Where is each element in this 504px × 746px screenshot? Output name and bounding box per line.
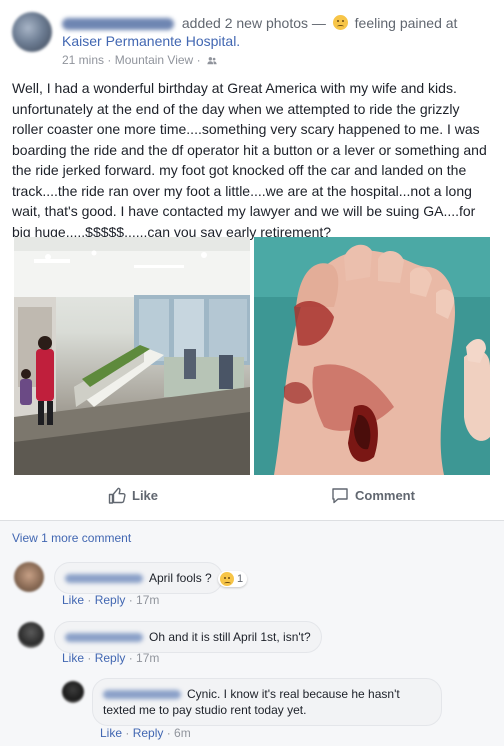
- reaction-count: 1: [237, 573, 244, 585]
- comment-bubble: April fools ?: [54, 562, 223, 594]
- comment-bubble-icon: [332, 488, 348, 504]
- commenter-avatar[interactable]: [14, 562, 44, 592]
- sad-emoji-icon: [332, 15, 348, 30]
- commenter-name[interactable]: [103, 690, 181, 700]
- commenter-avatar[interactable]: [62, 681, 84, 703]
- comment-like-link[interactable]: Like: [100, 726, 122, 740]
- feeling-text: feeling pained at: [354, 15, 458, 31]
- comment-time[interactable]: 17m: [136, 593, 159, 607]
- post-place[interactable]: Mountain View: [115, 53, 194, 67]
- comment-meta: Like · Reply · 17m: [62, 651, 160, 665]
- comment-like-link[interactable]: Like: [62, 651, 84, 665]
- hospital-lobby-photo[interactable]: [14, 237, 250, 475]
- like-thumb-icon: [108, 487, 126, 504]
- comment-reply-link[interactable]: Reply: [133, 726, 164, 740]
- comment-bubble: Cynic. I know it's real because he hasn'…: [92, 678, 442, 726]
- comment-meta: Like · Reply · 6m: [100, 726, 191, 740]
- comment-like-link[interactable]: Like: [62, 593, 84, 607]
- comment-text: April fools ?: [149, 571, 212, 585]
- post-card: added 2 new photos — feeling pained at K…: [0, 0, 504, 520]
- reaction-badge[interactable]: 1: [218, 571, 248, 587]
- friends-icon[interactable]: [207, 56, 217, 65]
- comment-button[interactable]: Comment: [331, 487, 415, 504]
- like-button[interactable]: Like: [108, 487, 158, 504]
- injured-foot-photo[interactable]: [254, 237, 490, 475]
- comment-meta: Like · Reply · 17m: [62, 593, 160, 607]
- post-action: added 2 new photos —: [181, 15, 326, 31]
- comment-bubble: Oh and it is still April 1st, isn't?: [54, 621, 322, 653]
- poster-avatar[interactable]: [12, 12, 52, 52]
- post-actions: Like Comment: [0, 476, 504, 516]
- location-link[interactable]: Kaiser Permanente Hospital.: [62, 33, 240, 49]
- comment-text: Oh and it is still April 1st, isn't?: [149, 630, 311, 644]
- commenter-name[interactable]: [65, 633, 143, 643]
- poster-name[interactable]: [62, 18, 174, 31]
- comments-section: View 1 more comment April fools ? 1 Like…: [0, 520, 504, 746]
- post-body: Well, I had a wonderful birthday at Grea…: [12, 80, 487, 240]
- post-time[interactable]: 21 mins: [62, 53, 104, 67]
- comment-time[interactable]: 17m: [136, 651, 159, 665]
- post-meta: 21 mins · Mountain View ·: [62, 53, 217, 67]
- comment-time[interactable]: 6m: [174, 726, 191, 740]
- commenter-avatar[interactable]: [18, 622, 44, 648]
- comment-label: Comment: [355, 488, 415, 503]
- view-more-comments[interactable]: View 1 more comment: [12, 531, 131, 545]
- commenter-name[interactable]: [65, 574, 143, 584]
- comment-reply-link[interactable]: Reply: [95, 593, 126, 607]
- post-header: added 2 new photos — feeling pained at K…: [62, 14, 494, 50]
- comment-reply-link[interactable]: Reply: [95, 651, 126, 665]
- sad-emoji-icon: [220, 572, 234, 586]
- like-label: Like: [132, 488, 159, 503]
